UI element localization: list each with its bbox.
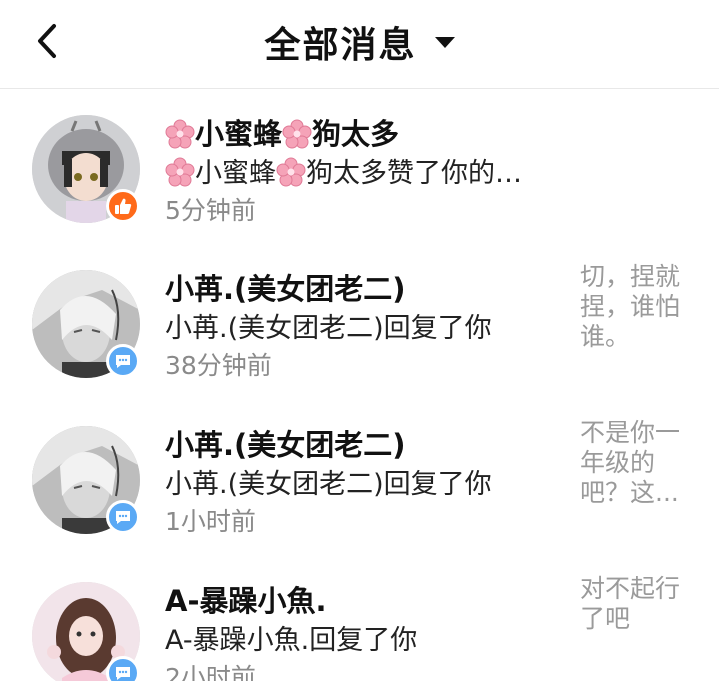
thumbs-up-icon [115, 198, 132, 214]
cherry-blossom-icon [276, 157, 306, 187]
cherry-blossom-icon [165, 157, 195, 187]
chat-bubble-icon [116, 511, 130, 524]
comment-badge [106, 500, 140, 534]
sender-name: 小苒.(美女团老二) [165, 272, 406, 306]
notification-text: 小苒.(美女团老二)回复了你 [165, 313, 492, 344]
notification-item[interactable]: 小苒.(美女团老二) 小苒.(美女团老二)回复了你 1小时前 不是你一年级的吧？… [0, 402, 719, 558]
timestamp: 1小时前 [165, 507, 256, 536]
page-title: 全部消息 [264, 25, 417, 66]
caret-down-icon [434, 36, 455, 48]
replied-comment-preview: 对不起行了吧 [580, 574, 681, 633]
cherry-blossom-icon [165, 119, 195, 149]
notification-item[interactable]: A-暴躁小魚. A-暴躁小魚.回复了你 2小时前 对不起行了吧 [0, 558, 719, 681]
notification-item[interactable]: 小蜜蜂 狗太多 小蜜蜂 狗太多赞了你的… 5分钟前 [0, 91, 719, 247]
notification-text: A-暴躁小魚.回复了你 [165, 625, 418, 656]
chat-bubble-icon [116, 355, 130, 368]
replied-comment-preview: 不是你一年级的吧？这... [580, 418, 681, 507]
sender-name: A-暴躁小魚. [165, 584, 327, 618]
message-filter-dropdown[interactable]: 全部消息 [0, 18, 719, 66]
notification-text: 小蜜蜂 狗太多赞了你的… [165, 151, 545, 190]
comment-badge [106, 656, 140, 681]
timestamp: 2小时前 [165, 663, 256, 681]
timestamp: 38分钟前 [165, 351, 272, 380]
sender-name: 小蜜蜂 狗太多 [165, 111, 399, 153]
cherry-blossom-icon [282, 119, 312, 149]
top-bar: 全部消息 [0, 0, 719, 89]
timestamp: 5分钟前 [165, 196, 256, 225]
chat-bubble-icon [116, 667, 130, 680]
sender-name: 小苒.(美女团老二) [165, 428, 406, 462]
notification-item[interactable]: 小苒.(美女团老二) 小苒.(美女团老二)回复了你 38分钟前 切，捏就捏，谁怕… [0, 246, 719, 402]
comment-badge [106, 344, 140, 378]
like-badge [106, 189, 140, 223]
notification-text: 小苒.(美女团老二)回复了你 [165, 469, 492, 500]
replied-comment-preview: 切，捏就捏，谁怕谁。 [580, 262, 681, 351]
